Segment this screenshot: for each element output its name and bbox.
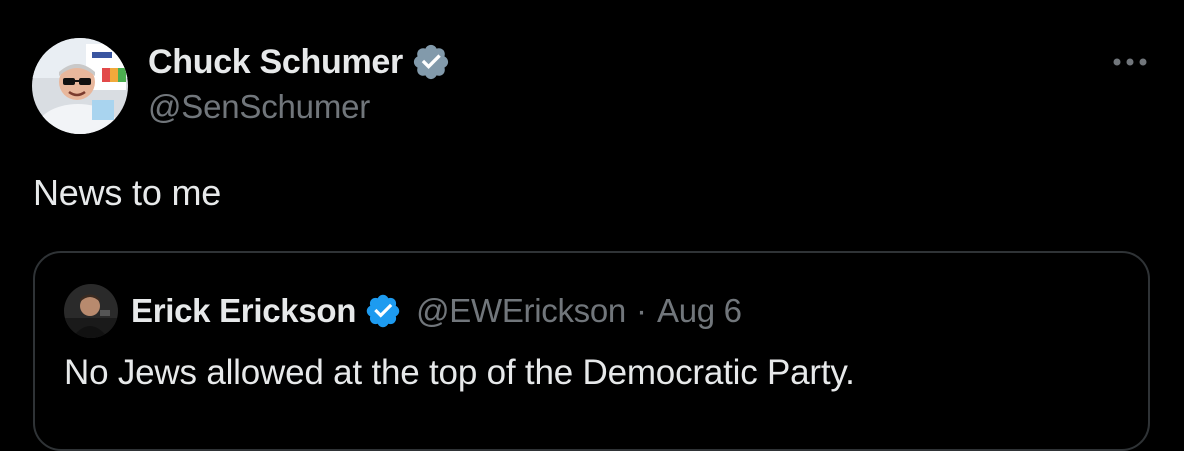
separator-dot: · (636, 292, 647, 329)
author-name-row[interactable]: Chuck Schumer (148, 40, 451, 84)
quote-author-handle[interactable]: @EWErickson (416, 292, 626, 330)
quoted-tweet-card[interactable]: Erick Erickson @EWErickson · Aug 6 No Je… (33, 251, 1150, 451)
gray-verified-icon (413, 44, 449, 80)
more-horizontal-icon (1113, 58, 1147, 66)
author-name[interactable]: Chuck Schumer (148, 43, 403, 82)
avatar-photo-icon (32, 38, 128, 134)
tweet-text: News to me (33, 172, 222, 213)
quote-date[interactable]: Aug 6 (657, 292, 742, 330)
author-avatar[interactable] (32, 38, 128, 134)
quote-header: Erick Erickson @EWErickson · Aug 6 (131, 289, 742, 333)
blue-verified-icon (366, 294, 400, 328)
more-options-button[interactable] (1110, 48, 1150, 76)
quote-text: No Jews allowed at the top of the Democr… (64, 353, 855, 392)
quote-author-avatar (64, 284, 118, 338)
author-handle[interactable]: @SenSchumer (148, 88, 370, 126)
quote-author-name[interactable]: Erick Erickson (131, 292, 356, 330)
avatar-photo-icon (64, 284, 118, 338)
